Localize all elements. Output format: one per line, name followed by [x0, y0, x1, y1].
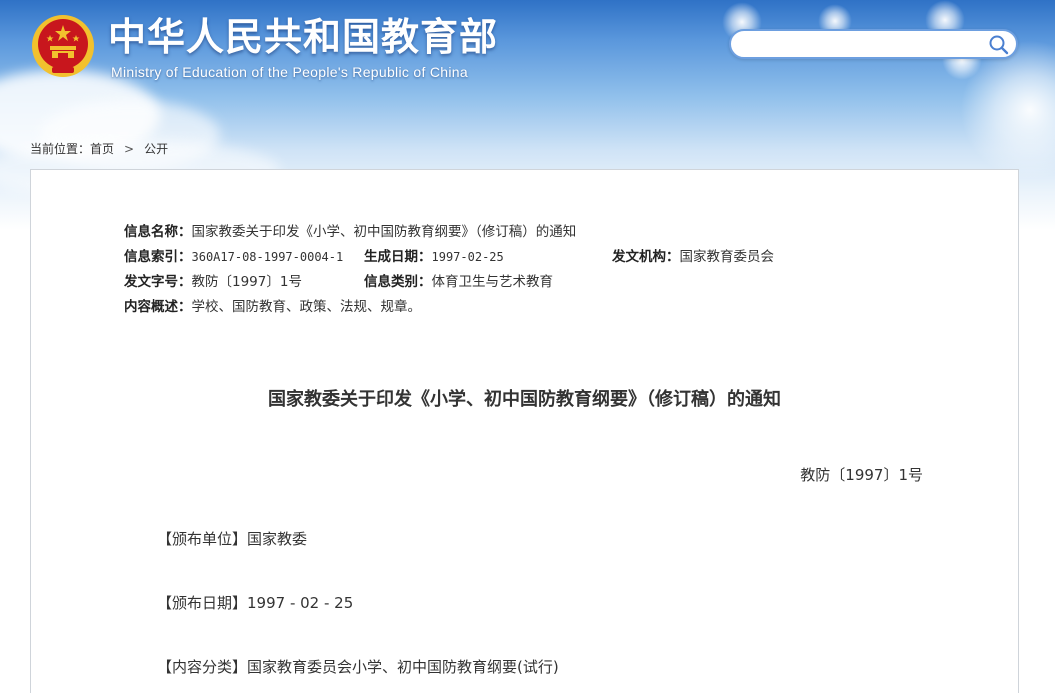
site-title: 中华人民共和国教育部 [108, 15, 499, 59]
meta-label: 信息名称： [124, 224, 192, 240]
document-paragraph: 【颁布单位】国家教委 [157, 530, 308, 548]
breadcrumb-prefix: 当前位置： [30, 142, 91, 156]
document-paragraph: 【颁布日期】1997 - 02 - 25 [157, 594, 354, 612]
site-subtitle: Ministry of Education of the People's Re… [111, 64, 468, 80]
document-paragraph: 【内容分类】国家教育委员会小学、初中国防教育纲要(试行) [157, 658, 559, 676]
national-emblem-icon [32, 15, 94, 77]
search-input[interactable] [743, 34, 987, 56]
search-box [729, 29, 1018, 59]
meta-value-name: 国家教委关于印发《小学、初中国防教育纲要》（修订稿）的通知 [191, 224, 577, 240]
meta-row-name: 信息名称：国家教委关于印发《小学、初中国防教育纲要》（修订稿）的通知 [124, 220, 576, 245]
content-panel: 信息名称：国家教委关于印发《小学、初中国防教育纲要》（修订稿）的通知 信息索引：… [30, 169, 1019, 693]
meta-row-docno: 发文字号：教防〔1997〕1号 信息类别：体育卫生与艺术教育 [124, 270, 576, 295]
meta-label: 信息索引： [124, 249, 192, 265]
meta-label: 发文机构： [612, 249, 680, 265]
meta-value-category: 体育卫生与艺术教育 [431, 274, 554, 290]
info-metadata: 信息名称：国家教委关于印发《小学、初中国防教育纲要》（修订稿）的通知 信息索引：… [124, 220, 774, 320]
breadcrumb-home-link[interactable]: 首页 [90, 140, 114, 157]
meta-value-index: 360A17-08-1997-0004-1 [191, 250, 344, 264]
meta-label: 发文字号： [124, 274, 192, 290]
search-icon[interactable] [988, 34, 1010, 56]
breadcrumb: 当前位置： 首页 > 公开 [30, 140, 168, 157]
meta-value-issuer: 国家教育委员会 [679, 249, 775, 265]
page: 中华人民共和国教育部 Ministry of Education of the … [0, 0, 1055, 693]
meta-row-summary: 内容概述：学校、国防教育、政策、法规、规章。 [124, 295, 576, 320]
meta-label: 信息类别： [364, 274, 432, 290]
breadcrumb-public-link[interactable]: 公开 [144, 140, 168, 157]
meta-value-docno: 教防〔1997〕1号 [191, 274, 302, 290]
meta-value-summary: 学校、国防教育、政策、法规、规章。 [191, 299, 422, 315]
document-number: 教防〔1997〕1号 [800, 466, 923, 484]
meta-row-index: 信息索引：360A17-08-1997-0004-1 生成日期：1997-02-… [124, 245, 774, 270]
meta-label: 生成日期： [364, 249, 432, 265]
document-title: 国家教委关于印发《小学、初中国防教育纲要》（修订稿）的通知 [268, 389, 781, 410]
meta-label: 内容概述： [124, 299, 192, 315]
breadcrumb-separator: > [124, 141, 135, 156]
meta-value-date: 1997-02-25 [431, 250, 504, 264]
